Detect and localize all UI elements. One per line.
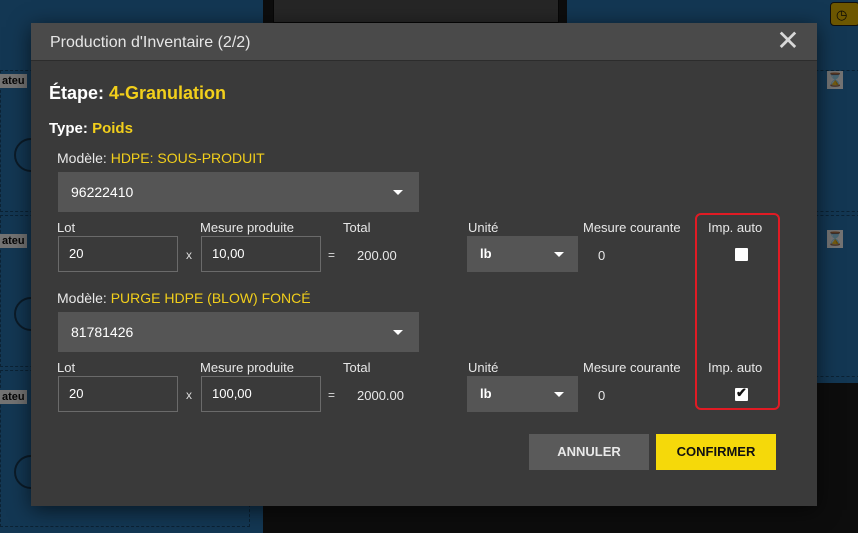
lot-input[interactable]: 20 [58,236,178,272]
dialog-header: Production d'Inventaire (2/2) ✕ [31,23,817,61]
inventory-production-dialog: Production d'Inventaire (2/2) ✕ Étape: 4… [31,23,817,506]
auto-print-highlight [695,213,780,410]
type-label: Type: [49,120,88,137]
measure-label: Mesure produite [200,360,294,375]
times-sign: x [186,388,192,402]
step-line: Étape: 4-Granulation [49,83,226,104]
chevron-down-icon [393,330,403,335]
chevron-down-icon [554,392,564,397]
chevron-down-icon [393,190,403,195]
unit-value: lb [480,386,492,401]
measure-label: Mesure produite [200,220,294,235]
product-code-value: 81781426 [71,324,134,340]
times-sign: x [186,248,192,262]
step-value: 4-Granulation [109,83,227,103]
chevron-down-icon [554,252,564,257]
equals-sign: = [328,248,336,262]
type-value: Poids [92,120,133,137]
lot-input[interactable]: 20 [58,376,178,412]
product-code-select[interactable]: 96222410 [58,172,419,212]
unit-label: Unité [468,360,499,375]
unit-select[interactable]: lb [467,376,578,412]
measure-input[interactable]: 100,00 [201,376,321,412]
product-code-select[interactable]: 81781426 [58,312,419,352]
total-label: Total [343,220,371,235]
lot-label: Lot [57,220,76,235]
total-value: 200.00 [357,248,397,263]
lot-label: Lot [57,360,76,375]
close-icon[interactable]: ✕ [775,27,801,55]
cancel-button[interactable]: ANNULER [529,434,649,470]
total-value: 2000.00 [357,388,404,403]
current-measure-value: 0 [598,388,606,403]
step-label: Étape: [49,83,105,103]
unit-label: Unité [468,220,499,235]
model-line: Modèle: HDPE: SOUS-PRODUIT [57,150,265,166]
current-measure-label: Mesure courante [583,220,681,235]
model-line: Modèle: PURGE HDPE (BLOW) FONCÉ [57,290,311,306]
current-measure-label: Mesure courante [583,360,681,375]
confirm-button[interactable]: CONFIRMER [656,434,776,470]
unit-select[interactable]: lb [467,236,578,272]
equals-sign: = [328,388,336,402]
current-measure-value: 0 [598,248,606,263]
type-line: Type: Poids [49,120,133,137]
measure-input[interactable]: 10,00 [201,236,321,272]
total-label: Total [343,360,371,375]
model-label: Modèle: [57,290,107,306]
unit-value: lb [480,246,492,261]
model-value: PURGE HDPE (BLOW) FONCÉ [110,290,311,306]
model-label: Modèle: [57,150,107,166]
dialog-title: Production d'Inventaire (2/2) [50,34,251,51]
model-value: HDPE: SOUS-PRODUIT [110,150,265,166]
product-code-value: 96222410 [71,184,134,200]
